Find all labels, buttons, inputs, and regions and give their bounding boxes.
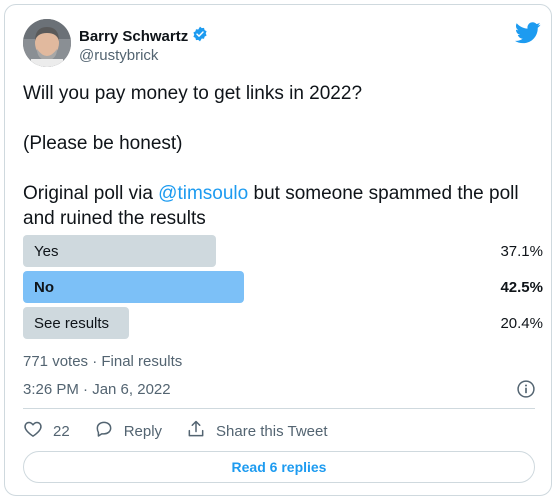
poll-option-percent: 37.1% (500, 243, 543, 260)
twitter-bird-icon[interactable] (514, 22, 541, 44)
poll-bar-no (23, 271, 244, 303)
poll: Yes 37.1% No 42.5% See results 20.4% (23, 235, 543, 343)
verified-badge-icon (192, 26, 208, 46)
poll-option: No 42.5% (23, 271, 543, 303)
poll-option-percent: 20.4% (500, 315, 543, 332)
reply-button[interactable]: Reply (94, 419, 162, 443)
reply-icon (94, 419, 114, 443)
tweet-line-3-prefix: Original poll via (23, 183, 159, 204)
read-replies-button[interactable]: Read 6 replies (23, 451, 535, 483)
poll-option-percent: 42.5% (500, 279, 543, 296)
poll-option-label: See results (34, 315, 110, 332)
tweet-line-2: (Please be honest) (23, 133, 183, 154)
poll-summary: 771 votes · Final results (23, 353, 183, 370)
tweet-timestamp[interactable]: 3:26 PM · Jan 6, 2022 (23, 381, 171, 398)
mention-link[interactable]: @timsoulo (158, 183, 248, 204)
share-label: Share this Tweet (216, 422, 328, 440)
tweet-actions: 22 Reply Share this Tweet (23, 419, 352, 443)
like-count: 22 (53, 422, 70, 440)
author-name[interactable]: Barry Schwartz (79, 28, 188, 45)
poll-option: Yes 37.1% (23, 235, 543, 267)
author-name-row[interactable]: Barry Schwartz (79, 26, 208, 46)
divider (23, 408, 535, 409)
share-icon (186, 419, 206, 443)
like-button[interactable]: 22 (23, 419, 70, 443)
info-icon[interactable] (516, 379, 536, 399)
heart-icon (23, 419, 43, 443)
poll-option: See results 20.4% (23, 307, 543, 339)
tweet-line-1: Will you pay money to get links in 2022? (23, 83, 363, 104)
share-button[interactable]: Share this Tweet (186, 419, 328, 443)
author-handle[interactable]: @rustybrick (79, 47, 158, 64)
tweet-text: Will you pay money to get links in 2022?… (23, 81, 533, 231)
avatar[interactable] (23, 19, 71, 67)
poll-option-label: No (34, 279, 54, 296)
poll-option-label: Yes (34, 243, 59, 260)
tweet-card: Barry Schwartz @rustybrick Will you pay … (4, 4, 552, 496)
reply-label: Reply (123, 422, 163, 440)
